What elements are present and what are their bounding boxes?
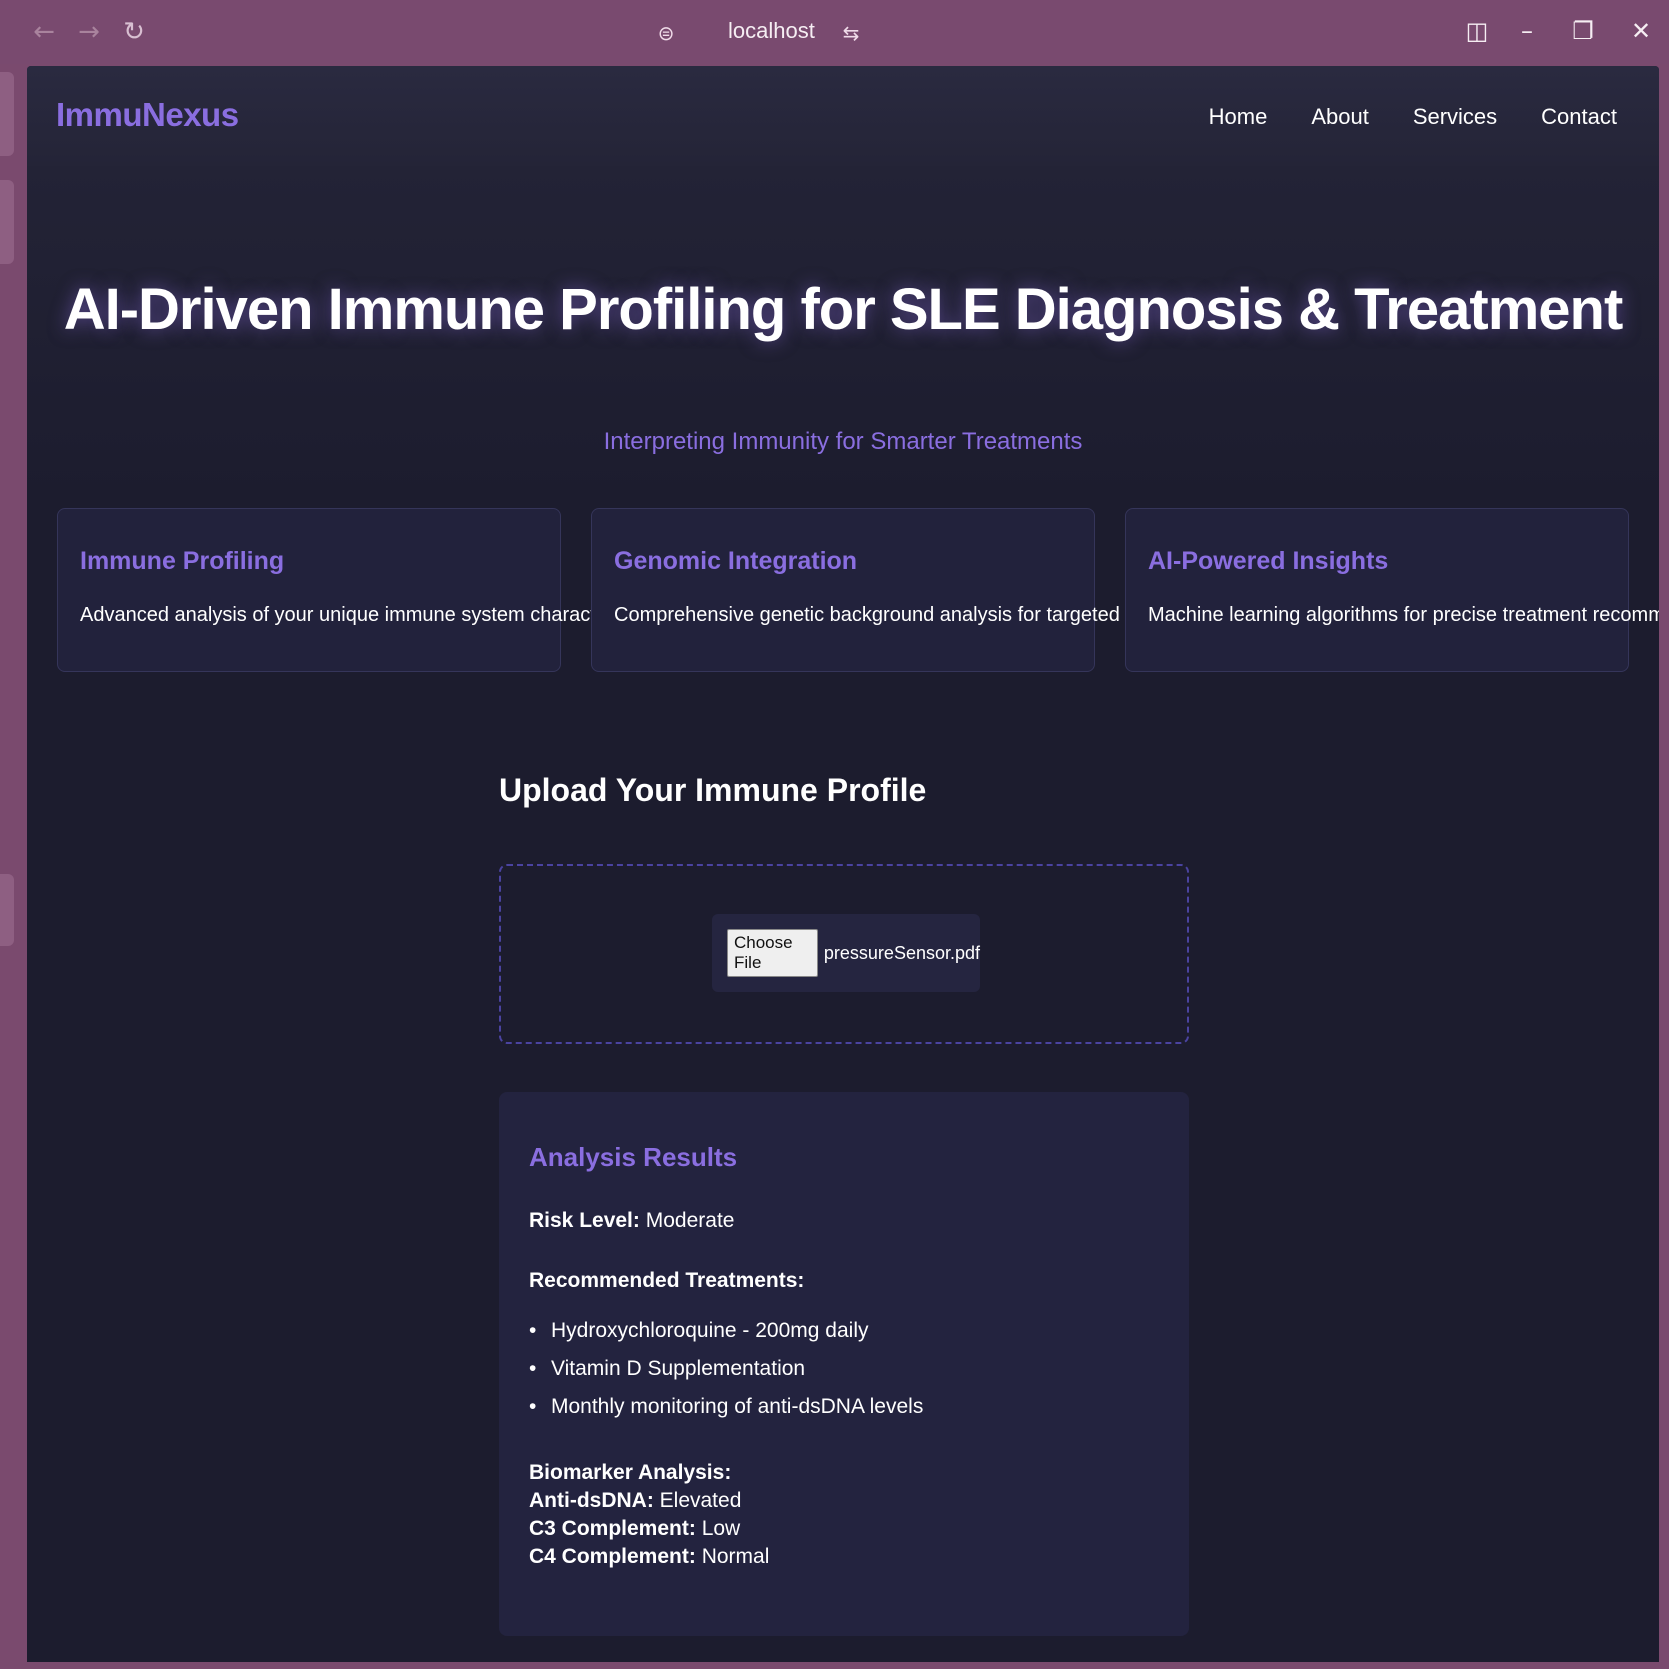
list-item: Monthly monitoring of anti-dsDNA levels	[529, 1395, 1159, 1419]
feature-card-desc: Machine learning algorithms for precise …	[1148, 604, 1659, 626]
treatments-label: Recommended Treatments:	[529, 1269, 805, 1292]
risk-level-label: Risk Level:	[529, 1209, 640, 1232]
biomarker-name: Anti-dsDNA:	[529, 1489, 654, 1512]
feature-card-desc: Comprehensive genetic background analysi…	[614, 604, 1210, 626]
hero-title: AI-Driven Immune Profiling for SLE Diagn…	[63, 277, 1624, 342]
main-nav: Home About Services Contact	[1209, 104, 1617, 130]
hero-subtitle: Interpreting Immunity for Smarter Treatm…	[603, 428, 1083, 455]
site-logo[interactable]: ImmuNexus	[56, 96, 239, 134]
feature-card-title: Genomic Integration	[614, 547, 858, 575]
feature-card-desc: Advanced analysis of your unique immune …	[80, 604, 659, 626]
nav-services[interactable]: Services	[1413, 104, 1497, 130]
site-header: ImmuNexus Home About Services Contact	[27, 66, 1659, 166]
biomarker-row: Anti-dsDNA: Elevated	[529, 1487, 1159, 1515]
nav-about[interactable]: About	[1311, 104, 1369, 130]
upload-title: Upload Your Immune Profile	[499, 772, 927, 808]
feature-cards: Immune Profiling Advanced analysis of yo…	[57, 508, 1659, 672]
analysis-results-panel: Analysis Results Risk Level: Moderate Re…	[499, 1092, 1189, 1636]
address-bar[interactable]: localhost	[728, 18, 815, 44]
back-arrow-icon[interactable]: ←	[30, 17, 58, 47]
biomarker-name: C4 Complement:	[529, 1545, 696, 1568]
file-input[interactable]: Choose File pressureSensor.pdf	[712, 914, 980, 992]
side-strip-tab	[0, 180, 14, 264]
side-strip-tab	[0, 72, 14, 156]
hero-section: AI-Driven Immune Profiling for SLE Diagn…	[27, 166, 1659, 506]
feature-card-title: Immune Profiling	[80, 547, 285, 575]
treatments-heading: Recommended Treatments:	[529, 1269, 1159, 1293]
biomarker-analysis: Biomarker Analysis: Anti-dsDNA: Elevated…	[529, 1459, 1159, 1571]
feature-card-ai-insights: AI-Powered Insights Machine learning alg…	[1125, 508, 1659, 672]
biomarker-row: C3 Complement: Low	[529, 1515, 1159, 1543]
feature-card-title: AI-Powered Insights	[1148, 547, 1389, 575]
choose-file-button[interactable]: Choose File	[727, 929, 818, 977]
nav-home[interactable]: Home	[1209, 104, 1268, 130]
list-item: Hydroxychloroquine - 200mg daily	[529, 1319, 1159, 1343]
site-info-icon[interactable]: ⊜	[653, 20, 679, 46]
page-viewport: ImmuNexus Home About Services Contact AI…	[27, 66, 1659, 1662]
risk-level-value: Moderate	[645, 1209, 735, 1232]
side-strip-tab	[0, 874, 14, 946]
minimize-icon[interactable]: –	[1512, 16, 1542, 46]
reload-icon[interactable]: ↻	[120, 17, 148, 47]
selected-file-name: pressureSensor.pdf	[823, 942, 980, 963]
biomarker-label: Biomarker Analysis:	[529, 1461, 732, 1484]
biomarker-name: C3 Complement:	[529, 1517, 696, 1540]
restore-icon[interactable]: ❐	[1568, 16, 1598, 46]
results-title: Analysis Results	[529, 1142, 738, 1172]
browser-toolbar: ← → ↻ ⊜ localhost ⇆ ◫ – ❐ ✕	[0, 0, 1669, 64]
biomarker-value: Low	[701, 1517, 741, 1540]
list-item: Vitamin D Supplementation	[529, 1357, 1159, 1381]
forward-arrow-icon[interactable]: →	[75, 17, 103, 47]
site-settings-icon[interactable]: ⇆	[838, 20, 864, 46]
biomarker-row: C4 Complement: Normal	[529, 1543, 1159, 1571]
treatments-list: Hydroxychloroquine - 200mg daily Vitamin…	[529, 1319, 1159, 1419]
nav-contact[interactable]: Contact	[1541, 104, 1617, 130]
risk-level-row: Risk Level: Moderate	[529, 1209, 1159, 1233]
upload-dropzone[interactable]: Choose File pressureSensor.pdf	[499, 864, 1189, 1044]
close-icon[interactable]: ✕	[1626, 16, 1656, 46]
biomarker-value: Elevated	[659, 1489, 742, 1512]
sidebar-icon[interactable]: ◫	[1462, 16, 1492, 46]
feature-card-immune-profiling: Immune Profiling Advanced analysis of yo…	[57, 508, 659, 672]
biomarker-value: Normal	[701, 1545, 770, 1568]
feature-card-genomic-integration: Genomic Integration Comprehensive geneti…	[591, 508, 1210, 672]
